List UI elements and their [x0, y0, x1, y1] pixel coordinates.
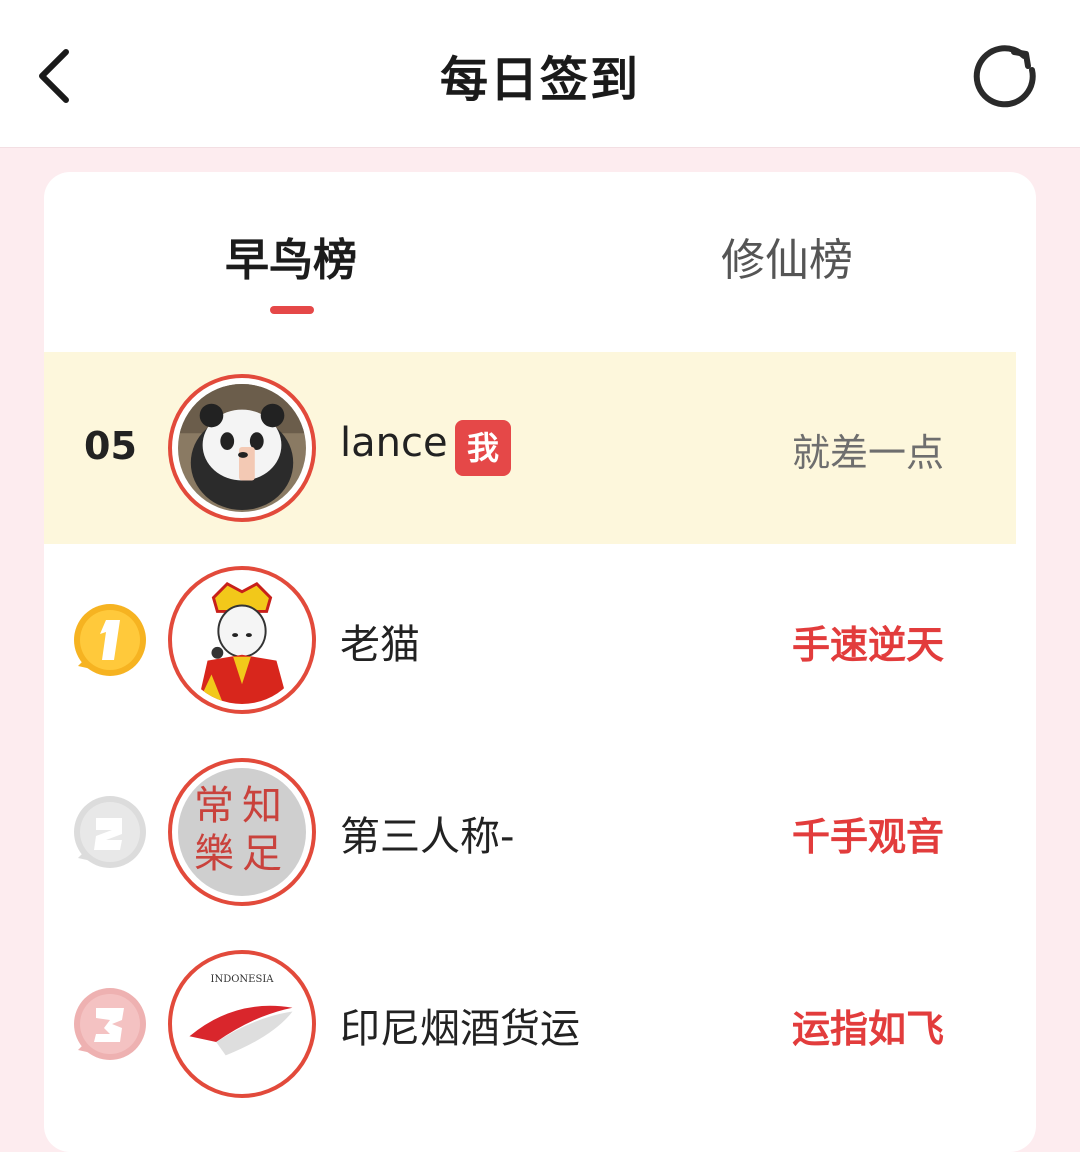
- tab-early-bird[interactable]: 早鸟榜: [216, 224, 366, 288]
- leaderboard-row[interactable]: 常知 樂足 第三人称- 千手观音: [44, 736, 1016, 928]
- active-tab-indicator: [270, 306, 314, 314]
- refresh-button[interactable]: [970, 40, 1046, 116]
- avatar[interactable]: [168, 374, 316, 522]
- me-badge: 我: [455, 420, 511, 476]
- rank-status-text: 千手观音: [791, 815, 944, 859]
- indonesia-avatar-image: INDONESIA: [178, 960, 306, 1088]
- panda-avatar-image: [178, 384, 306, 512]
- rank-status-text: 就差一点: [791, 431, 944, 475]
- avatar-text: 足: [242, 831, 282, 877]
- avatar-text: 樂: [194, 831, 234, 877]
- avatar-text: 知: [242, 783, 282, 829]
- rank-status-text: 运指如飞: [791, 1007, 944, 1051]
- my-rank-row[interactable]: 05 lance 我 就差一点: [44, 352, 1016, 544]
- tab-cultivation[interactable]: 修仙榜: [712, 224, 862, 288]
- leaderboard-row[interactable]: 老猫 手速逆天: [44, 544, 1016, 736]
- page-title: 每日签到: [439, 52, 640, 108]
- avatar[interactable]: INDONESIA: [168, 950, 316, 1098]
- gold-medal-icon: [74, 604, 146, 676]
- avatar-text: 常: [194, 783, 234, 829]
- bronze-medal-icon: [74, 988, 146, 1060]
- user-name: 老猫: [340, 622, 420, 668]
- leaderboard-row[interactable]: INDONESIA 印尼烟酒货运 运指如飞: [44, 928, 1016, 1120]
- rank-status-text: 手速逆天: [791, 623, 944, 667]
- refresh-icon: [973, 45, 1036, 108]
- tang-monk-avatar-image: [178, 576, 306, 704]
- user-name: 印尼烟酒货运: [340, 1006, 580, 1052]
- silver-medal-icon: [74, 796, 146, 868]
- user-name: 第三人称-: [340, 814, 515, 860]
- calligraphy-avatar-image: 常知 樂足: [178, 768, 306, 896]
- avatar[interactable]: 常知 樂足: [168, 758, 316, 906]
- user-name: lance: [340, 420, 448, 466]
- top-bar: 每日签到: [0, 0, 1080, 148]
- my-rank-number: 05: [84, 424, 137, 468]
- avatar[interactable]: [168, 566, 316, 714]
